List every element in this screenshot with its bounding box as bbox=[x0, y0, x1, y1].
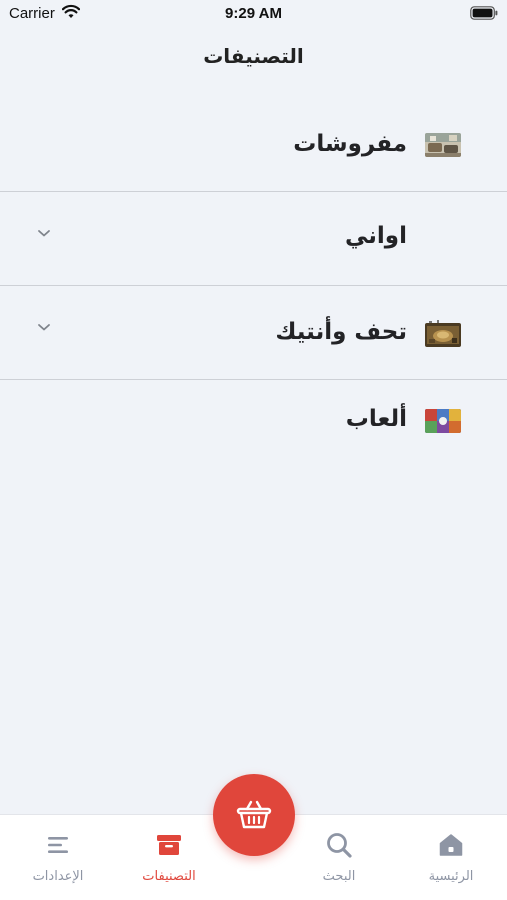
category-label: اواني bbox=[345, 223, 407, 249]
chevron-down-icon[interactable] bbox=[37, 228, 51, 238]
category-row-furnishings[interactable]: مفروشات bbox=[0, 98, 507, 192]
tab-categories[interactable]: التصنيفات bbox=[114, 815, 224, 900]
basket-icon bbox=[236, 800, 272, 829]
tab-home[interactable]: الرئيسية bbox=[396, 815, 506, 900]
category-row-antiques[interactable]: تحف وأنتيك bbox=[0, 286, 507, 380]
chevron-down-icon[interactable] bbox=[37, 322, 51, 332]
category-label: مفروشات bbox=[293, 131, 407, 157]
page-title: التصنيفات bbox=[203, 44, 304, 68]
category-list: مفروشات اواني تحف وأنتيك ألعاب bbox=[0, 98, 507, 474]
category-label: تحف وأنتيك bbox=[275, 319, 407, 345]
category-row-toys[interactable]: ألعاب bbox=[0, 380, 507, 474]
home-icon bbox=[439, 834, 463, 856]
clock: 9:29 AM bbox=[225, 5, 282, 22]
tab-label: التصنيفات bbox=[142, 869, 196, 884]
tab-label: البحث bbox=[322, 869, 356, 884]
search-icon bbox=[327, 833, 352, 858]
tab-label: الإعدادات bbox=[32, 869, 84, 884]
tab-search[interactable]: البحث bbox=[284, 815, 394, 900]
toys-thumbnail-icon bbox=[425, 409, 461, 433]
battery-icon bbox=[470, 6, 498, 20]
furniture-thumbnail-icon bbox=[425, 133, 461, 157]
menu-lines-icon bbox=[48, 837, 68, 853]
basket-button[interactable] bbox=[213, 774, 295, 856]
category-row-cookware[interactable]: اواني bbox=[0, 192, 507, 341]
tab-settings[interactable]: الإعدادات bbox=[3, 815, 113, 900]
box-icon bbox=[157, 835, 181, 855]
antiques-thumbnail-icon bbox=[425, 323, 461, 347]
status-bar: Carrier 9:29 AM bbox=[0, 0, 507, 28]
tab-label: الرئيسية bbox=[428, 869, 474, 884]
category-label: ألعاب bbox=[345, 406, 407, 432]
